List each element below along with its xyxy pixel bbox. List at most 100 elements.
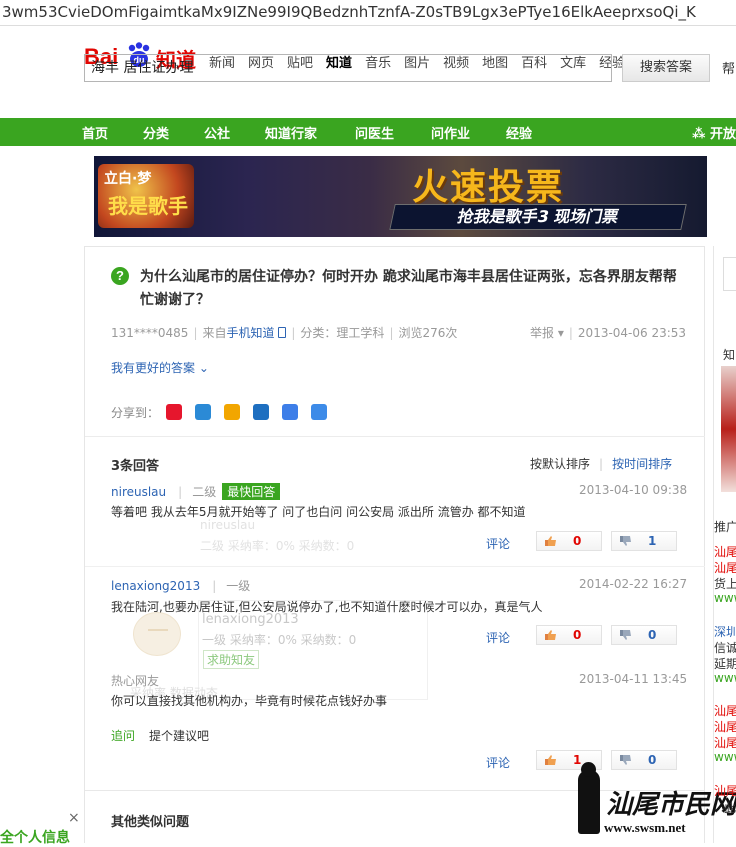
asker-name: 131****0485 — [111, 326, 189, 340]
sidebar-url: www — [714, 750, 736, 764]
answer-user-1: nireuslau | 二级 最快回答 — [111, 483, 281, 500]
thumb-up-icon — [545, 630, 556, 640]
upvote-button[interactable]: 0 — [536, 531, 602, 551]
green-nav-home[interactable]: 首页 — [82, 123, 108, 142]
follow-up-link[interactable]: 追问 — [111, 727, 135, 744]
thumb-down-icon — [620, 536, 631, 546]
thumb-down-icon — [620, 630, 631, 640]
sidebar-text: 知 — [723, 348, 736, 362]
sidebar-link[interactable]: 汕尾 — [714, 734, 736, 751]
sidebar-text: 信诚 — [714, 641, 736, 655]
answer-text: 等着吧 我从去年5月就开始等了 问了也白问 问公安局 派出所 流管办 都不知道 — [111, 505, 526, 519]
green-nav-homework[interactable]: 问作业 — [431, 123, 470, 142]
upvote-button[interactable]: 0 — [536, 625, 602, 645]
sidebar-link[interactable]: 深圳 — [714, 623, 736, 640]
phone-icon — [278, 327, 287, 338]
banner-headline: 火速投票 — [412, 167, 565, 208]
question-date: 2013-04-06 23:53 — [577, 326, 687, 340]
share-label: 分享到： — [111, 406, 160, 420]
weibo-icon[interactable] — [166, 404, 182, 420]
report-link[interactable]: 举报 — [530, 326, 554, 340]
downvote-button[interactable]: 0 — [611, 750, 677, 770]
better-answer-link[interactable]: 我有更好的答案 ⌄ — [111, 359, 209, 376]
search-answer-button[interactable]: 搜索答案 — [622, 54, 710, 82]
comment-button[interactable]: 评论 — [486, 535, 510, 552]
answer-username[interactable]: nireuslau — [111, 485, 166, 499]
answer-user-2: lenaxiong2013 | 一级 — [111, 579, 251, 593]
answer-date: 2013-04-11 13:45 — [579, 672, 688, 686]
sidebar-link[interactable]: 汕尾 — [714, 718, 736, 735]
question-meta: 131****0485 | 来自手机知道 | 分类：理工学科 | 浏览276次 — [111, 326, 458, 340]
question-meta-right: 举报 ▾ | 2013-04-06 23:53 — [530, 326, 687, 340]
sidebar-link[interactable]: 汕尾 — [714, 543, 736, 560]
answer-text: 我在陆河,也要办居住证,但公安局说停办了,也不知道什麽时候才可以办，真是气人 — [111, 600, 543, 614]
green-nav-gongshe[interactable]: 公社 — [204, 123, 230, 142]
status-badge: 最快回答 — [222, 483, 281, 500]
address-bar[interactable]: 3wm53CvieDOmFigaimtkaMx9IZNe99I9QBedznhT… — [0, 0, 736, 26]
sort-default[interactable]: 按默认排序 — [530, 457, 590, 471]
sidebar-url: www — [714, 591, 736, 605]
answer-count: 3条回答 — [111, 459, 160, 474]
green-share-link[interactable]: ⁂ 开放 — [692, 123, 736, 142]
answer-level: 一级 — [226, 579, 251, 593]
green-nav-jingyan[interactable]: 经验 — [506, 123, 532, 142]
chevron-down-icon: ▾ — [557, 326, 564, 340]
share-icons — [166, 404, 327, 420]
sidebar-link[interactable]: 汕尾 — [714, 559, 736, 576]
source-link[interactable]: 手机知道 — [227, 326, 275, 340]
watermark-logo: 汕尾市民网 www.swsm.net — [574, 762, 736, 843]
search-help-link[interactable]: 帮 — [722, 58, 735, 77]
answer-date: 2014-02-22 16:27 — [579, 577, 688, 591]
answer-level: 二级 — [192, 485, 217, 499]
question-icon: ? — [111, 267, 129, 285]
banner-subline: 抢我是歌手3 现场门票 — [389, 204, 687, 230]
divider — [85, 436, 705, 437]
person-silhouette-icon — [578, 762, 600, 834]
ghost-username: nireuslau — [200, 518, 256, 532]
show-logo: 立白·梦 我是歌手 — [98, 164, 194, 228]
sidebar-ad-image[interactable] — [721, 366, 736, 492]
watermark-url: www.swsm.net — [604, 820, 686, 835]
popup-text[interactable]: 全个人信息 — [0, 827, 70, 847]
sidebar-link[interactable]: 汕尾 — [714, 782, 736, 799]
avatar — [133, 612, 181, 656]
green-nav-category[interactable]: 分类 — [143, 123, 169, 142]
downvote-button[interactable]: 0 — [611, 625, 677, 645]
sort-time[interactable]: 按时间排序 — [612, 457, 672, 471]
ghost-stats: 二级 采纳率：0% 采纳数：0 — [200, 539, 355, 553]
qzone-icon[interactable] — [195, 404, 211, 420]
sidebar-url: www — [714, 671, 736, 685]
qq-icon[interactable] — [224, 404, 240, 420]
tieba-icon[interactable] — [282, 404, 298, 420]
ghost-stats-2: 一级 采纳率：0% 采纳数：0 — [202, 633, 357, 647]
sidebar-text: 延期 — [714, 657, 736, 671]
sidebar-heading: 推广 — [714, 520, 736, 534]
sidebar-text: 货上 — [714, 577, 736, 591]
ad-banner[interactable]: 立白·梦 我是歌手 火速投票 抢我是歌手3 现场门票 — [94, 156, 707, 237]
sort-options: 按默认排序 | 按时间排序 — [530, 457, 673, 471]
renren-icon[interactable] — [253, 404, 269, 420]
comment-button[interactable]: 评论 — [486, 629, 510, 646]
sidebar-avatar — [723, 257, 736, 291]
suggestion-text[interactable]: 提个建议吧 — [149, 727, 209, 744]
answer-date: 2013-04-10 09:38 — [579, 483, 688, 497]
chevron-down-icon: ⌄ — [198, 361, 209, 375]
similar-questions-title: 其他类似问题 — [111, 815, 190, 830]
green-nav-doctor[interactable]: 问医生 — [355, 123, 394, 142]
answer-user-3: 热心网友 — [111, 674, 160, 688]
search-input[interactable]: 海丰 居住证办理 — [84, 54, 612, 82]
close-icon[interactable]: × — [68, 810, 80, 826]
divider — [85, 566, 705, 567]
answer-username[interactable]: lenaxiong2013 — [111, 579, 200, 593]
category-link[interactable]: 理工学科 — [336, 326, 384, 340]
comment-button[interactable]: 评论 — [486, 754, 510, 771]
view-count: 浏览276次 — [398, 326, 458, 340]
downvote-button[interactable]: 1 — [611, 531, 677, 551]
sidebar-link[interactable]: 汕尾 — [714, 702, 736, 719]
green-nav-expert[interactable]: 知道行家 — [265, 123, 317, 142]
thumb-up-icon — [545, 536, 556, 546]
thumb-down-icon — [620, 755, 631, 765]
question-title: 为什么汕尾市的居住证停办？何时开办 跪求汕尾市海丰县居住证两张，忘各界朋友帮帮忙… — [140, 269, 677, 308]
more-share-icon[interactable] — [311, 404, 327, 420]
sidebar-text: 此 — [724, 801, 736, 815]
